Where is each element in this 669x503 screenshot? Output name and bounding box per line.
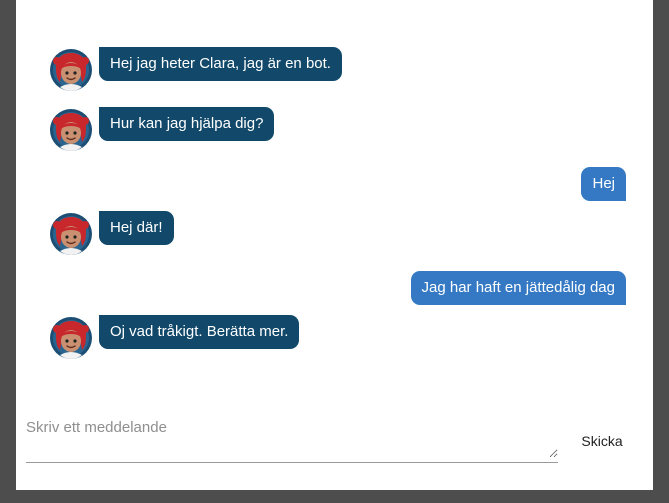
bot-message: Hej där! bbox=[99, 211, 174, 245]
bot-avatar-icon bbox=[50, 213, 92, 255]
user-message: Hej bbox=[581, 167, 626, 201]
user-message: Jag har haft en jättedålig dag bbox=[410, 271, 626, 305]
bot-avatar-icon bbox=[50, 317, 92, 359]
bot-avatar-icon bbox=[50, 109, 92, 151]
message-composer bbox=[26, 414, 558, 463]
send-button[interactable]: Skicka bbox=[572, 426, 632, 456]
bot-message: Hej jag heter Clara, jag är en bot. bbox=[99, 47, 342, 81]
bot-message: Hur kan jag hjälpa dig? bbox=[99, 107, 275, 141]
bot-message: Oj vad tråkigt. Berätta mer. bbox=[99, 315, 300, 349]
bot-avatar-icon bbox=[50, 49, 92, 91]
message-input[interactable] bbox=[26, 414, 558, 458]
